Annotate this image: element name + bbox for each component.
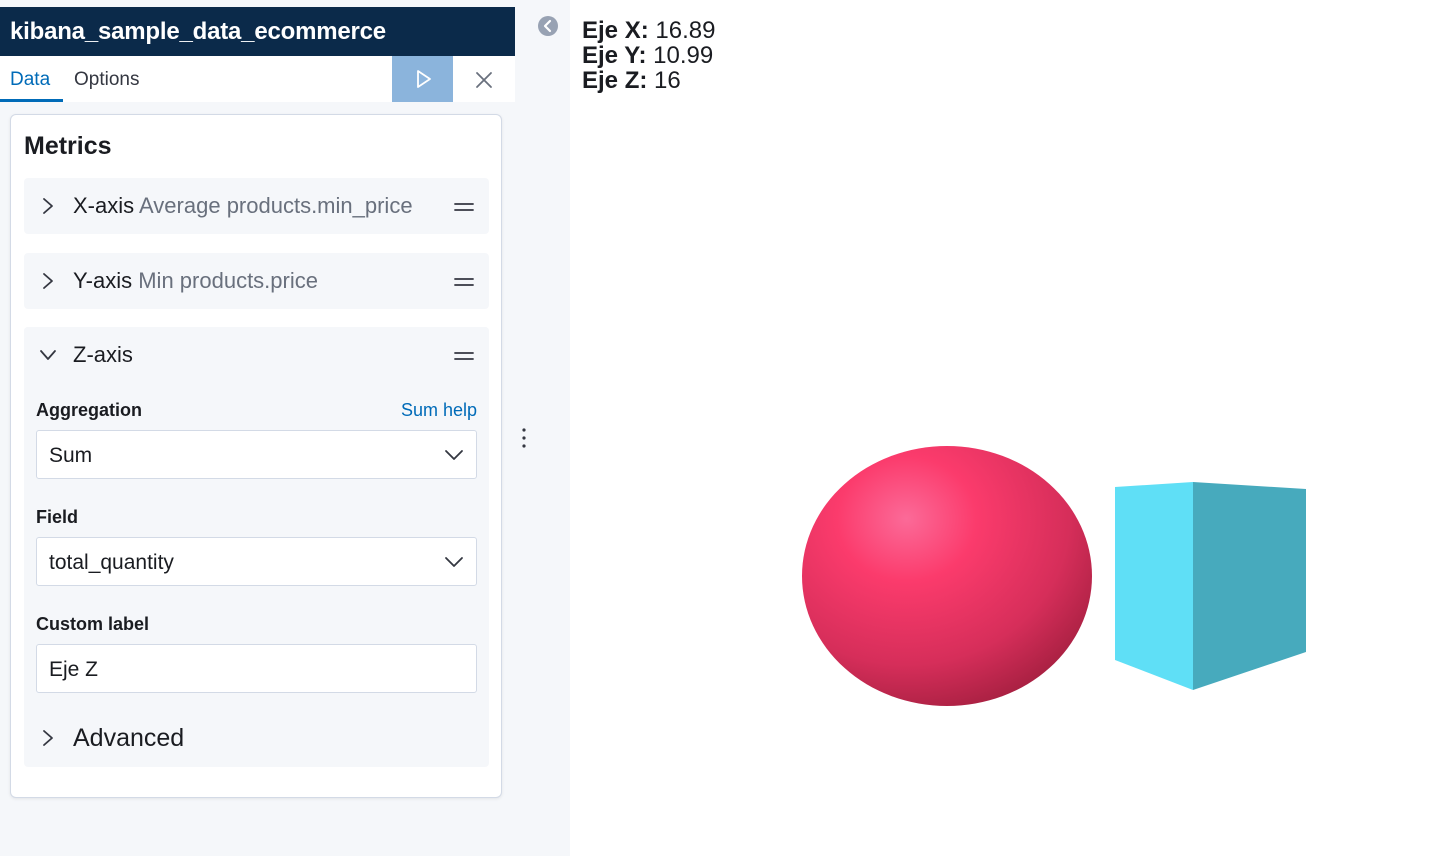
editor-sidebar: kibana_sample_data_ecommerce Data Option… bbox=[0, 0, 515, 856]
chevron-right-icon[interactable] bbox=[38, 271, 58, 291]
x-readout: Eje X: 16.89 bbox=[582, 18, 715, 43]
tab-options[interactable]: Options bbox=[74, 56, 139, 102]
drag-handle-icon[interactable] bbox=[453, 350, 475, 362]
z-readout-label: Eje Z: bbox=[582, 67, 648, 94]
z-readout: Eje Z: 16 bbox=[582, 68, 715, 93]
drag-handle-icon[interactable] bbox=[453, 201, 475, 213]
chevron-down-icon bbox=[445, 557, 463, 567]
y-axis-title: Y-axis bbox=[73, 268, 133, 293]
field-select[interactable]: total_quantity bbox=[36, 537, 477, 586]
x-readout-value: 16.89 bbox=[655, 17, 716, 44]
index-pattern-title: kibana_sample_data_ecommerce bbox=[0, 7, 515, 56]
y-readout: Eje Y: 10.99 bbox=[582, 43, 715, 68]
discard-button[interactable] bbox=[470, 66, 498, 94]
z-axis-title: Z-axis bbox=[73, 342, 133, 367]
x-axis-aggregation[interactable]: X-axis Average products.min_price bbox=[24, 178, 489, 234]
x-axis-title: X-axis bbox=[73, 193, 135, 218]
advanced-toggle[interactable]: Advanced bbox=[37, 718, 337, 758]
chevron-right-icon[interactable] bbox=[38, 196, 58, 216]
cube-side-face bbox=[1193, 482, 1306, 690]
vertical-dots-icon[interactable] bbox=[519, 427, 529, 449]
chevron-down-icon[interactable] bbox=[38, 345, 58, 365]
apply-changes-button[interactable] bbox=[392, 56, 453, 102]
advanced-label: Advanced bbox=[73, 724, 185, 752]
y-axis-description: Min products.price bbox=[138, 268, 318, 293]
sphere-shape bbox=[802, 446, 1092, 706]
3d-scene[interactable] bbox=[790, 430, 1330, 720]
custom-label-input[interactable]: Eje Z bbox=[36, 644, 477, 693]
z-readout-value: 16 bbox=[654, 67, 681, 94]
y-axis-header: Y-axis Min products.price bbox=[73, 253, 318, 309]
editor-tabs: Data Options bbox=[0, 56, 515, 102]
z-axis-header-row[interactable]: Z-axis bbox=[24, 327, 489, 383]
field-label: Field bbox=[36, 507, 79, 527]
drag-handle-icon[interactable] bbox=[453, 276, 475, 288]
custom-label-value: Eje Z bbox=[49, 658, 99, 681]
metrics-panel: Metrics X-axis Average products.min_pric… bbox=[10, 114, 502, 798]
close-icon bbox=[476, 72, 492, 88]
x-axis-description: Average products.min_price bbox=[139, 193, 413, 218]
x-axis-header: X-axis Average products.min_price bbox=[73, 178, 413, 234]
x-readout-label: Eje X: bbox=[582, 17, 649, 44]
aggregation-value: Sum bbox=[49, 444, 93, 467]
cube-front-face bbox=[1115, 482, 1193, 690]
aggregation-label: Aggregation bbox=[36, 400, 142, 420]
aggregation-select[interactable]: Sum bbox=[36, 430, 477, 479]
tab-data[interactable]: Data bbox=[0, 56, 63, 102]
sum-help-link[interactable]: Sum help bbox=[401, 400, 477, 421]
z-axis-aggregation: Z-axis Aggregation Sum help Sum Field to… bbox=[24, 327, 489, 767]
chevron-right-icon bbox=[43, 730, 53, 746]
coordinate-readout: Eje X: 16.89 Eje Y: 10.99 Eje Z: 16 bbox=[582, 18, 715, 93]
custom-label-label: Custom label bbox=[36, 614, 150, 634]
y-readout-value: 10.99 bbox=[653, 42, 714, 69]
play-icon bbox=[416, 70, 431, 88]
y-readout-label: Eje Y: bbox=[582, 42, 647, 69]
y-axis-aggregation[interactable]: Y-axis Min products.price bbox=[24, 253, 489, 309]
chevron-down-icon bbox=[445, 450, 463, 460]
metrics-title: Metrics bbox=[24, 132, 112, 160]
field-value: total_quantity bbox=[49, 551, 174, 574]
arrow-left-circle-icon[interactable] bbox=[537, 15, 559, 37]
